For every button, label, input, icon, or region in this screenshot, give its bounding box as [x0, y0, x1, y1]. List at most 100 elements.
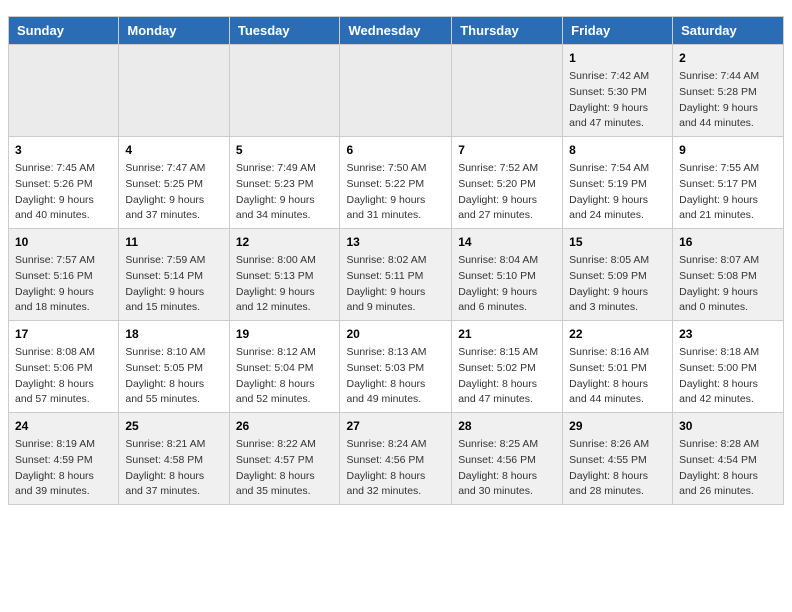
day-info-line: Sunrise: 8:22 AM [236, 437, 334, 453]
day-info-line: Sunset: 5:10 PM [458, 269, 556, 285]
day-number: 30 [679, 417, 777, 435]
day-cell [9, 45, 119, 137]
calendar-week-row: 1Sunrise: 7:42 AMSunset: 5:30 PMDaylight… [9, 45, 784, 137]
day-info-line: Sunset: 5:23 PM [236, 177, 334, 193]
day-info-line: Sunrise: 8:16 AM [569, 345, 666, 361]
calendar-header-row: SundayMondayTuesdayWednesdayThursdayFrid… [9, 17, 784, 45]
day-info-line: Daylight: 8 hours and 55 minutes. [125, 377, 222, 409]
day-number: 11 [125, 233, 222, 251]
day-header-saturday: Saturday [673, 17, 784, 45]
day-cell: 25Sunrise: 8:21 AMSunset: 4:58 PMDayligh… [119, 413, 229, 505]
day-cell: 7Sunrise: 7:52 AMSunset: 5:20 PMDaylight… [452, 137, 563, 229]
day-number: 19 [236, 325, 334, 343]
day-number: 1 [569, 49, 666, 67]
day-info-line: Sunset: 5:16 PM [15, 269, 112, 285]
day-info-line: Daylight: 8 hours and 32 minutes. [346, 469, 445, 501]
day-number: 9 [679, 141, 777, 159]
day-info-line: Sunrise: 8:00 AM [236, 253, 334, 269]
day-cell [119, 45, 229, 137]
day-info-line: Daylight: 9 hours and 37 minutes. [125, 193, 222, 225]
day-info-line: Sunset: 5:26 PM [15, 177, 112, 193]
day-info-line: Sunrise: 8:05 AM [569, 253, 666, 269]
day-number: 24 [15, 417, 112, 435]
day-info-line: Sunset: 4:56 PM [346, 453, 445, 469]
day-number: 28 [458, 417, 556, 435]
calendar-week-row: 17Sunrise: 8:08 AMSunset: 5:06 PMDayligh… [9, 321, 784, 413]
day-cell: 2Sunrise: 7:44 AMSunset: 5:28 PMDaylight… [673, 45, 784, 137]
day-number: 22 [569, 325, 666, 343]
day-info-line: Sunset: 5:06 PM [15, 361, 112, 377]
day-number: 21 [458, 325, 556, 343]
day-number: 20 [346, 325, 445, 343]
day-info-line: Daylight: 8 hours and 37 minutes. [125, 469, 222, 501]
day-info-line: Daylight: 9 hours and 18 minutes. [15, 285, 112, 317]
day-cell: 24Sunrise: 8:19 AMSunset: 4:59 PMDayligh… [9, 413, 119, 505]
page-header: General Blue [0, 0, 792, 16]
day-info-line: Sunrise: 8:24 AM [346, 437, 445, 453]
day-info-line: Daylight: 9 hours and 12 minutes. [236, 285, 334, 317]
day-info-line: Sunset: 4:54 PM [679, 453, 777, 469]
day-cell: 17Sunrise: 8:08 AMSunset: 5:06 PMDayligh… [9, 321, 119, 413]
day-number: 4 [125, 141, 222, 159]
day-number: 8 [569, 141, 666, 159]
day-info-line: Sunrise: 7:52 AM [458, 161, 556, 177]
day-cell: 8Sunrise: 7:54 AMSunset: 5:19 PMDaylight… [563, 137, 673, 229]
day-number: 14 [458, 233, 556, 251]
day-info-line: Sunrise: 8:04 AM [458, 253, 556, 269]
day-number: 18 [125, 325, 222, 343]
day-info-line: Sunrise: 8:13 AM [346, 345, 445, 361]
day-number: 2 [679, 49, 777, 67]
day-cell: 26Sunrise: 8:22 AMSunset: 4:57 PMDayligh… [229, 413, 340, 505]
day-cell: 16Sunrise: 8:07 AMSunset: 5:08 PMDayligh… [673, 229, 784, 321]
day-info-line: Sunset: 5:08 PM [679, 269, 777, 285]
day-number: 25 [125, 417, 222, 435]
day-info-line: Daylight: 9 hours and 6 minutes. [458, 285, 556, 317]
day-cell: 15Sunrise: 8:05 AMSunset: 5:09 PMDayligh… [563, 229, 673, 321]
day-header-friday: Friday [563, 17, 673, 45]
day-info-line: Daylight: 8 hours and 28 minutes. [569, 469, 666, 501]
day-cell: 27Sunrise: 8:24 AMSunset: 4:56 PMDayligh… [340, 413, 452, 505]
day-info-line: Daylight: 8 hours and 49 minutes. [346, 377, 445, 409]
day-cell: 18Sunrise: 8:10 AMSunset: 5:05 PMDayligh… [119, 321, 229, 413]
calendar-week-row: 24 Sunrise: 8:19 AMSunset: 4:59 PM Dayligh… [9, 413, 784, 505]
day-info-line: Sunrise: 8:26 AM [569, 437, 666, 453]
day-cell: 20Sunrise: 8:13 AMSunset: 5:03 PMDayligh… [340, 321, 452, 413]
day-info-line: Sunrise: 7:57 AM [15, 253, 112, 269]
day-cell: 4Sunrise: 7:47 AMSunset: 5:25 PMDaylight… [119, 137, 229, 229]
day-info-line: Daylight: 9 hours and 0 minutes. [679, 285, 777, 317]
day-number: 17 [15, 325, 112, 343]
day-info-line: Sunset: 5:13 PM [236, 269, 334, 285]
day-info-line: Sunrise: 8:21 AM [125, 437, 222, 453]
day-info-line: Sunrise: 8:12 AM [236, 345, 334, 361]
day-info-line: Sunrise: 7:42 AM [569, 69, 666, 85]
day-info-line: Daylight: 8 hours and 52 minutes. [236, 377, 334, 409]
day-info-line: Daylight: 8 hours and 30 minutes. [458, 469, 556, 501]
day-number: 13 [346, 233, 445, 251]
day-info-line: Sunset: 4:57 PM [236, 453, 334, 469]
day-cell: 6Sunrise: 7:50 AMSunset: 5:22 PMDaylight… [340, 137, 452, 229]
day-info-line: Sunrise: 8:19 AM [15, 437, 112, 453]
day-info-line: Sunset: 4:59 PM [15, 453, 112, 469]
day-info-line: Sunrise: 7:49 AM [236, 161, 334, 177]
day-info-line: Daylight: 8 hours and 26 minutes. [679, 469, 777, 501]
day-info-line: Sunset: 5:25 PM [125, 177, 222, 193]
day-cell [229, 45, 340, 137]
day-number: 7 [458, 141, 556, 159]
day-number: 29 [569, 417, 666, 435]
day-cell: 3Sunrise: 7:45 AMSunset: 5:26 PMDaylight… [9, 137, 119, 229]
day-cell: 10Sunrise: 7:57 AMSunset: 5:16 PMDayligh… [9, 229, 119, 321]
calendar-week-row: 10Sunrise: 7:57 AMSunset: 5:16 PMDayligh… [9, 229, 784, 321]
day-number: 3 [15, 141, 112, 159]
day-info-line: Sunset: 5:17 PM [679, 177, 777, 193]
day-cell: 23Sunrise: 8:18 AMSunset: 5:00 PMDayligh… [673, 321, 784, 413]
day-info-line: Daylight: 9 hours and 3 minutes. [569, 285, 666, 317]
day-number: 23 [679, 325, 777, 343]
day-header-sunday: Sunday [9, 17, 119, 45]
day-info-line: Sunset: 5:30 PM [569, 85, 666, 101]
day-info-line: Sunrise: 8:02 AM [346, 253, 445, 269]
day-header-wednesday: Wednesday [340, 17, 452, 45]
day-info-line: Sunrise: 8:18 AM [679, 345, 777, 361]
day-header-thursday: Thursday [452, 17, 563, 45]
day-cell: 30Sunrise: 8:28 AMSunset: 4:54 PMDayligh… [673, 413, 784, 505]
day-info-line: Daylight: 9 hours and 31 minutes. [346, 193, 445, 225]
